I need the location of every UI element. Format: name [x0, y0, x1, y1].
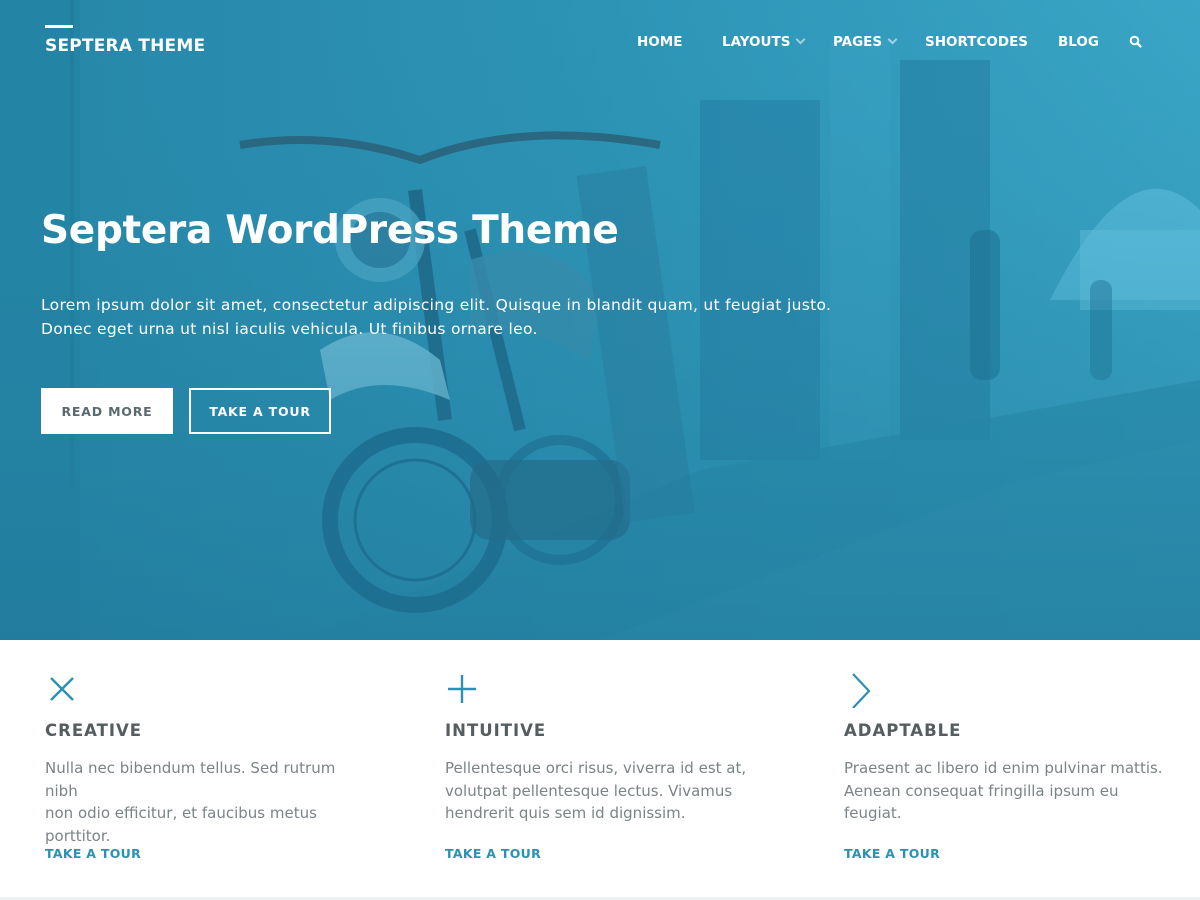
- feature-description: Pellentesque orci risus, viverra id est …: [445, 757, 765, 825]
- nav-label: LAYOUTS: [722, 34, 791, 50]
- features-section: CREATIVE Nulla nec bibendum tellus. Sed …: [0, 640, 1200, 900]
- hero-text: Lorem ipsum dolor sit amet, consectetur …: [41, 293, 841, 341]
- chevron-down-icon: [795, 34, 806, 45]
- feature-description: Nulla nec bibendum tellus. Sed rutrum ni…: [45, 757, 365, 847]
- chevron-right-icon: [852, 673, 871, 708]
- site-header: SEPTERA THEME HOME LAYOUTS PAGES SHORTCO…: [0, 0, 1200, 90]
- plus-icon: [448, 675, 476, 703]
- take-a-tour-button[interactable]: TAKE A TOUR: [189, 388, 331, 434]
- take-a-tour-link[interactable]: TAKE A TOUR: [45, 846, 141, 861]
- nav-item-blog[interactable]: BLOG: [1058, 34, 1099, 50]
- nav-item-layouts[interactable]: LAYOUTS: [722, 34, 806, 50]
- nav-label: BLOG: [1058, 34, 1099, 50]
- chevron-down-icon: [887, 34, 898, 45]
- nav-label: SHORTCODES: [925, 34, 1029, 50]
- feature-description: Praesent ac libero id enim pulvinar matt…: [844, 757, 1164, 825]
- hero-title: Septera WordPress Theme: [41, 208, 619, 253]
- nav-item-home[interactable]: HOME: [637, 34, 682, 50]
- hero-section: SEPTERA THEME HOME LAYOUTS PAGES SHORTCO…: [0, 0, 1200, 640]
- logo-bar: [45, 25, 73, 28]
- read-more-button[interactable]: READ MORE: [41, 388, 173, 434]
- nav-label: HOME: [637, 34, 683, 50]
- hero-text-line: Donec eget urna ut nisl iaculis vehicula…: [41, 320, 538, 338]
- search-icon[interactable]: [1129, 35, 1143, 49]
- desc-line: hendrerit quis sem id dignissim.: [445, 804, 686, 822]
- desc-line: volutpat pellentesque lectus. Vivamus: [445, 781, 733, 800]
- nav-item-pages[interactable]: PAGES: [833, 34, 898, 50]
- desc-line: Praesent ac libero id enim pulvinar matt…: [844, 759, 1163, 777]
- logo-text: SEPTERA THEME: [45, 36, 206, 56]
- take-a-tour-link[interactable]: TAKE A TOUR: [445, 846, 541, 861]
- desc-line: feugiat.: [844, 804, 902, 822]
- take-a-tour-link[interactable]: TAKE A TOUR: [844, 846, 940, 861]
- nav-item-shortcodes[interactable]: SHORTCODES: [925, 34, 1028, 50]
- desc-line: porttitor.: [45, 826, 111, 845]
- nav-label: PAGES: [833, 34, 883, 50]
- close-x-icon: [50, 677, 74, 701]
- desc-line: Aenean consequat fringilla ipsum eu: [844, 781, 1119, 800]
- feature-title: INTUITIVE: [445, 721, 547, 740]
- hero-text-line: Lorem ipsum dolor sit amet, consectetur …: [41, 296, 832, 314]
- site-logo[interactable]: SEPTERA THEME: [45, 25, 205, 56]
- feature-title: CREATIVE: [45, 721, 143, 740]
- feature-title: ADAPTABLE: [844, 721, 962, 740]
- desc-line: Pellentesque orci risus, viverra id est …: [445, 759, 747, 777]
- desc-line: Nulla nec bibendum tellus. Sed rutrum ni…: [45, 759, 336, 800]
- desc-line: non odio efficitur, et faucibus metus: [45, 804, 317, 822]
